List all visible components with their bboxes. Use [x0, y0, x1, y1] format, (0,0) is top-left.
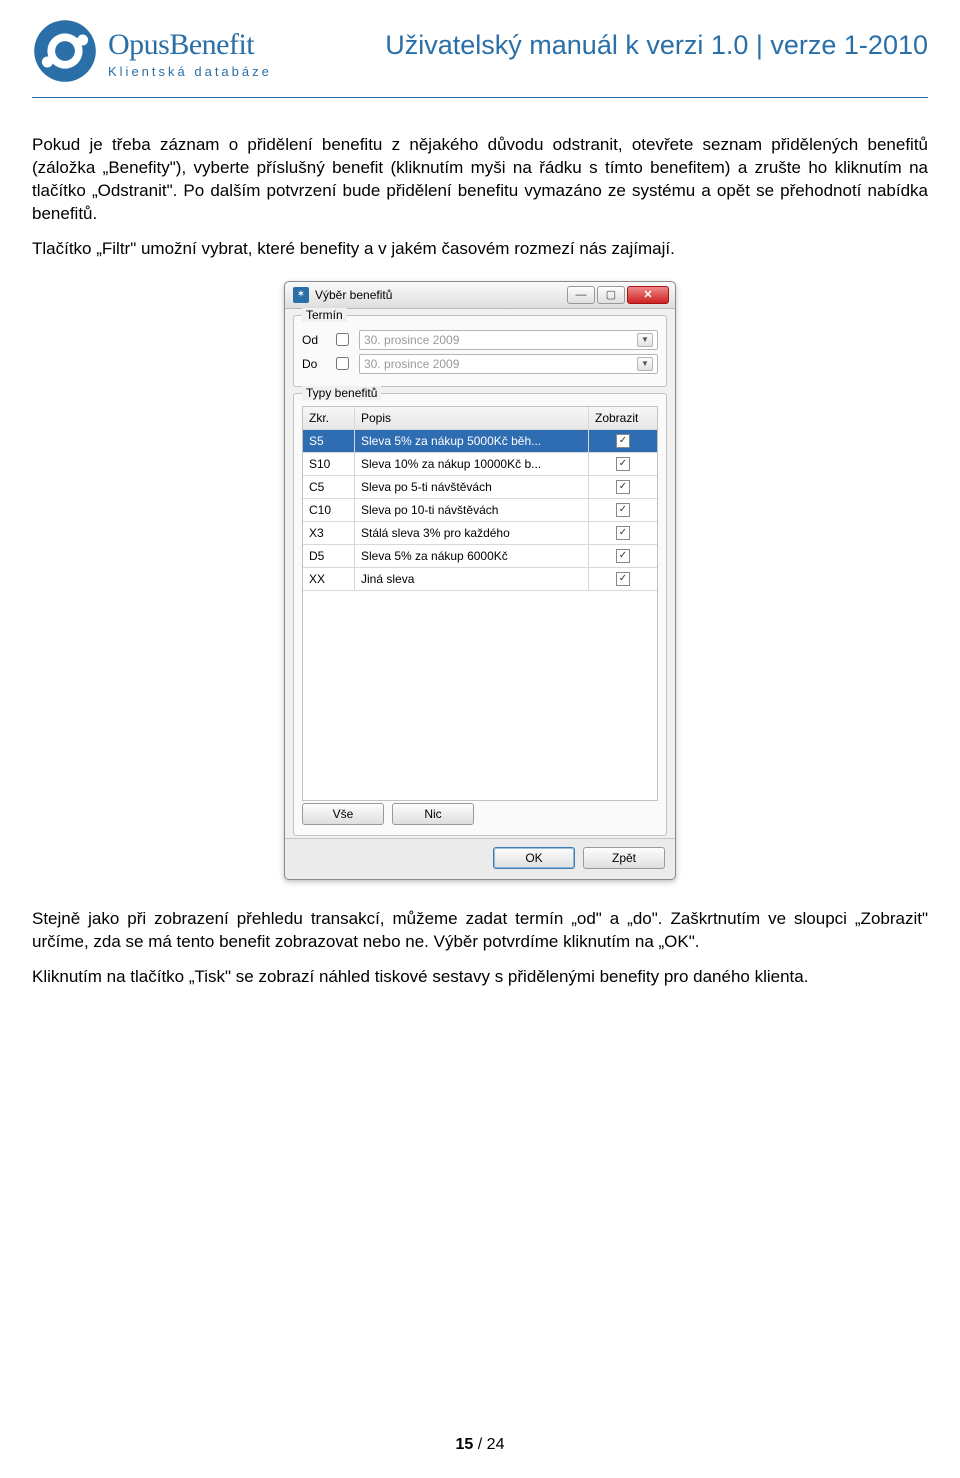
- vse-button[interactable]: Vše: [302, 803, 384, 825]
- table-row[interactable]: D5Sleva 5% za nákup 6000Kč: [303, 545, 657, 568]
- cell-popis: Sleva po 10-ti návštěvách: [355, 499, 589, 521]
- cell-zkr: C10: [303, 499, 355, 521]
- cell-zobrazit[interactable]: [589, 430, 657, 452]
- cell-popis: Sleva 5% za nákup 5000Kč běh...: [355, 430, 589, 452]
- ok-button[interactable]: OK: [493, 847, 575, 869]
- zobrazit-checkbox[interactable]: [616, 503, 630, 517]
- app-icon: [293, 287, 309, 303]
- paragraph-3: Stejně jako při zobrazení přehledu trans…: [32, 908, 928, 954]
- cell-zobrazit[interactable]: [589, 476, 657, 498]
- dialog-title: Výběr benefitů: [315, 288, 392, 302]
- paragraph-1: Pokud je třeba záznam o přidělení benefi…: [32, 134, 928, 226]
- chevron-down-icon[interactable]: ▼: [637, 333, 653, 347]
- page-footer: 15 / 24: [0, 1436, 960, 1454]
- cell-zkr: S10: [303, 453, 355, 475]
- cell-zobrazit[interactable]: [589, 545, 657, 567]
- cell-popis: Jiná sleva: [355, 568, 589, 590]
- benefit-table: Zkr. Popis Zobrazit S5Sleva 5% za nákup …: [302, 406, 658, 801]
- od-date-value: 30. prosince 2009: [364, 333, 459, 347]
- termin-legend: Termín: [302, 308, 347, 322]
- zobrazit-checkbox[interactable]: [616, 549, 630, 563]
- types-group: Typy benefitů Zkr. Popis Zobrazit S5Slev…: [293, 393, 667, 836]
- maximize-button[interactable]: [597, 286, 625, 304]
- cell-zobrazit[interactable]: [589, 499, 657, 521]
- termin-group: Termín Od 30. prosince 2009 ▼ Do 30. pro…: [293, 315, 667, 387]
- cell-zobrazit[interactable]: [589, 453, 657, 475]
- cell-popis: Sleva 5% za nákup 6000Kč: [355, 545, 589, 567]
- logo-title: OpusBenefit: [108, 28, 272, 62]
- cell-popis: Stálá sleva 3% pro každého: [355, 522, 589, 544]
- nic-button[interactable]: Nic: [392, 803, 474, 825]
- do-checkbox[interactable]: [336, 357, 349, 370]
- zobrazit-checkbox[interactable]: [616, 434, 630, 448]
- od-date-field[interactable]: 30. prosince 2009 ▼: [359, 330, 658, 350]
- dialog-titlebar[interactable]: Výběr benefitů: [285, 282, 675, 309]
- col-popis[interactable]: Popis: [355, 407, 589, 429]
- col-zobrazit[interactable]: Zobrazit: [589, 407, 657, 429]
- do-label: Do: [302, 357, 326, 371]
- cell-zkr: D5: [303, 545, 355, 567]
- table-row[interactable]: X3Stálá sleva 3% pro každého: [303, 522, 657, 545]
- logo: OpusBenefit Klientská databáze: [32, 18, 272, 89]
- minimize-button[interactable]: [567, 286, 595, 304]
- cell-zkr: XX: [303, 568, 355, 590]
- types-legend: Typy benefitů: [302, 386, 381, 400]
- paragraph-2: Tlačítko „Filtr" umožní vybrat, které be…: [32, 238, 928, 261]
- col-zkr[interactable]: Zkr.: [303, 407, 355, 429]
- page-current: 15: [456, 1436, 474, 1453]
- cell-zkr: S5: [303, 430, 355, 452]
- cell-zobrazit[interactable]: [589, 568, 657, 590]
- cell-zkr: X3: [303, 522, 355, 544]
- cell-zkr: C5: [303, 476, 355, 498]
- table-row[interactable]: S10Sleva 10% za nákup 10000Kč b...: [303, 453, 657, 476]
- page-header: OpusBenefit Klientská databáze Uživatels…: [32, 18, 928, 95]
- zobrazit-checkbox[interactable]: [616, 526, 630, 540]
- od-label: Od: [302, 333, 326, 347]
- logo-icon: [32, 18, 98, 89]
- zobrazit-checkbox[interactable]: [616, 480, 630, 494]
- page-sep: /: [473, 1436, 486, 1453]
- zpet-button[interactable]: Zpět: [583, 847, 665, 869]
- manual-title: Uživatelský manuál k verzi 1.0 | verze 1…: [385, 30, 928, 61]
- paragraph-4: Kliknutím na tlačítko „Tisk" se zobrazí …: [32, 966, 928, 989]
- table-row[interactable]: C10Sleva po 10-ti návštěvách: [303, 499, 657, 522]
- zobrazit-checkbox[interactable]: [616, 572, 630, 586]
- table-row[interactable]: XXJiná sleva: [303, 568, 657, 591]
- table-header: Zkr. Popis Zobrazit: [303, 407, 657, 430]
- page-total: 24: [487, 1436, 505, 1453]
- chevron-down-icon[interactable]: ▼: [637, 357, 653, 371]
- body-text: Pokud je třeba záznam o přidělení benefi…: [32, 134, 928, 261]
- cell-zobrazit[interactable]: [589, 522, 657, 544]
- zobrazit-checkbox[interactable]: [616, 457, 630, 471]
- od-checkbox[interactable]: [336, 333, 349, 346]
- cell-popis: Sleva po 5-ti návštěvách: [355, 476, 589, 498]
- close-button[interactable]: [627, 286, 669, 304]
- dialog-window: Výběr benefitů Termín Od 30. prosince 20…: [284, 281, 676, 880]
- do-date-field[interactable]: 30. prosince 2009 ▼: [359, 354, 658, 374]
- header-divider: [32, 97, 928, 98]
- table-row[interactable]: C5Sleva po 5-ti návštěvách: [303, 476, 657, 499]
- do-date-value: 30. prosince 2009: [364, 357, 459, 371]
- body-text-lower: Stejně jako při zobrazení přehledu trans…: [32, 908, 928, 989]
- cell-popis: Sleva 10% za nákup 10000Kč b...: [355, 453, 589, 475]
- table-row[interactable]: S5Sleva 5% za nákup 5000Kč běh...: [303, 430, 657, 453]
- logo-subtitle: Klientská databáze: [108, 64, 272, 79]
